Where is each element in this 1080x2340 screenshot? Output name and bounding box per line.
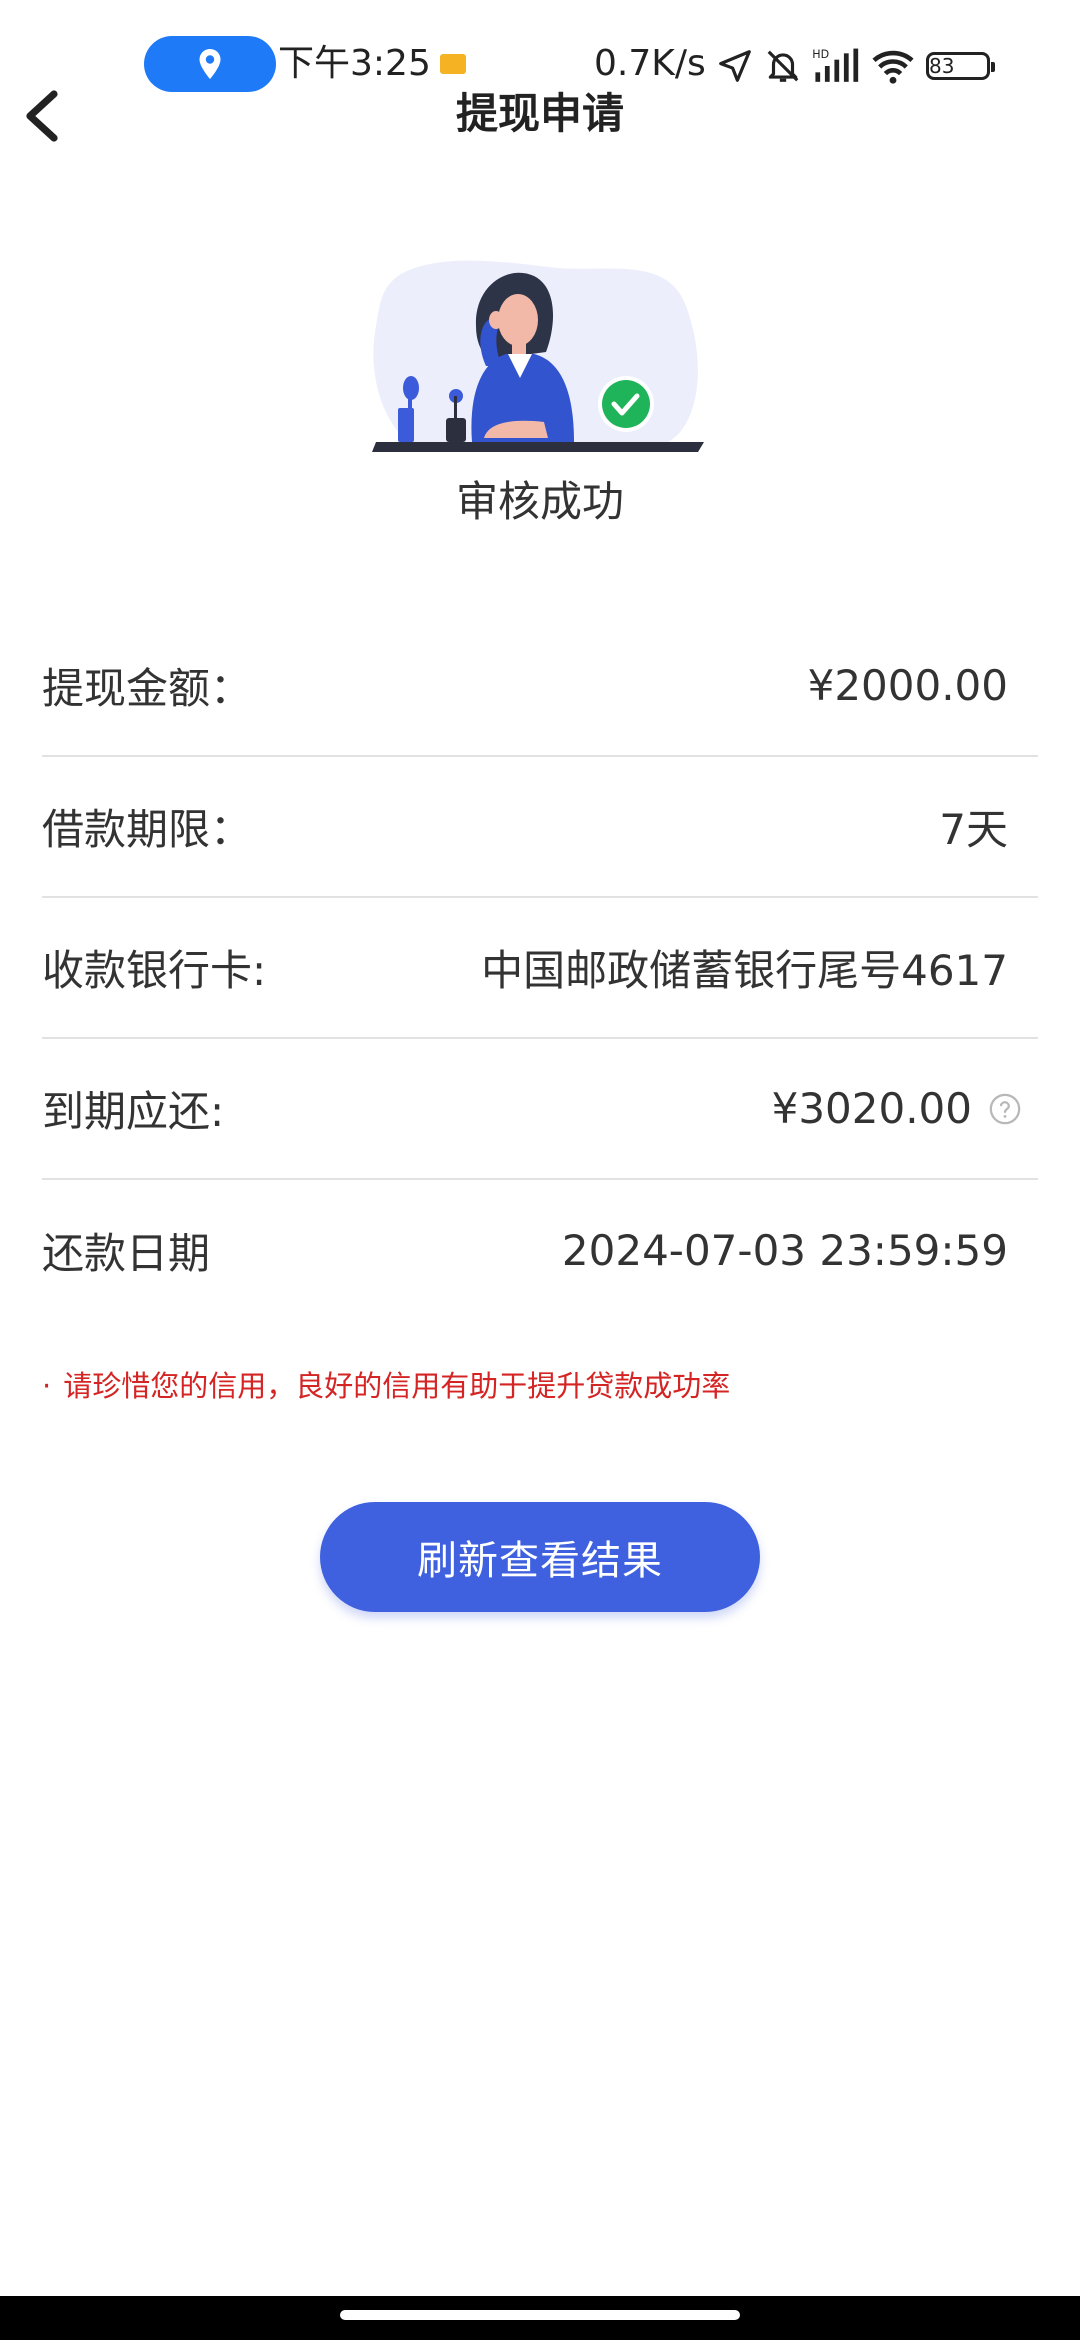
detail-value: ¥2000.00 bbox=[808, 661, 1038, 710]
tip-text: 请珍惜您的信用，良好的信用有助于提升贷款成功率 bbox=[63, 1369, 731, 1403]
detail-row-bank-card: 收款银行卡: 中国邮政储蓄银行尾号4617 bbox=[42, 898, 1038, 1039]
detail-value: 2024-07-03 23:59:59 bbox=[562, 1226, 1038, 1275]
status-icons: HD 83 bbox=[716, 44, 1000, 88]
detail-value: ¥3020.00 bbox=[772, 1084, 1038, 1133]
refresh-result-button[interactable]: 刷新查看结果 bbox=[320, 1502, 760, 1612]
withdrawal-details-list: 提现金额： ¥2000.00 借款期限： 7天 收款银行卡: 中国邮政储蓄银行尾… bbox=[42, 616, 1038, 1321]
bank-card-value: 中国邮政储蓄银行尾号4617 bbox=[481, 946, 1008, 995]
bell-muted-icon bbox=[764, 47, 802, 85]
tip-bullet: · bbox=[42, 1369, 52, 1403]
status-time: 下午3:25 bbox=[278, 43, 431, 84]
detail-label: 收款银行卡: bbox=[42, 946, 267, 995]
battery-icon: 83 bbox=[926, 52, 995, 80]
detail-label: 还款日期 bbox=[42, 1229, 211, 1278]
location-pill-icon[interactable] bbox=[144, 36, 276, 92]
detail-row-amount: 提现金额： ¥2000.00 bbox=[42, 616, 1038, 757]
notification-flag-icon bbox=[440, 54, 466, 74]
hd-signal-icon: HD bbox=[812, 47, 860, 85]
detail-label: 提现金额： bbox=[42, 664, 253, 713]
woman-at-desk-with-check-illustration bbox=[368, 256, 712, 456]
navigation-arrow-icon bbox=[716, 47, 754, 85]
detail-row-due-amount: 到期应还: ¥3020.00 bbox=[42, 1039, 1038, 1180]
detail-value: 7天 bbox=[939, 796, 1038, 857]
svg-text:HD: HD bbox=[812, 48, 829, 61]
question-circle-icon[interactable] bbox=[988, 1092, 1022, 1126]
repay-date-value: 2024-07-03 23:59:59 bbox=[561, 1226, 1008, 1275]
network-speed: 0.7K/s bbox=[594, 43, 706, 84]
detail-row-term: 借款期限： 7天 bbox=[42, 757, 1038, 898]
due-amount-value: ¥3020.00 bbox=[771, 1084, 972, 1133]
home-indicator[interactable] bbox=[340, 2310, 740, 2320]
amount-value: ¥2000.00 bbox=[807, 661, 1008, 710]
detail-label: 借款期限： bbox=[42, 805, 253, 854]
term-value: 7天 bbox=[939, 805, 1008, 854]
wifi-icon bbox=[870, 47, 916, 85]
system-nav-bar bbox=[0, 2296, 1080, 2340]
detail-label: 到期应还: bbox=[42, 1087, 225, 1136]
page-title: 提现申请 bbox=[455, 89, 624, 138]
credit-tip: · 请珍惜您的信用，良好的信用有助于提升贷款成功率 bbox=[42, 1364, 730, 1408]
review-status-title: 审核成功 bbox=[455, 477, 624, 526]
detail-row-repay-date: 还款日期 2024-07-03 23:59:59 bbox=[42, 1180, 1038, 1321]
detail-value: 中国邮政储蓄银行尾号4617 bbox=[481, 937, 1038, 998]
